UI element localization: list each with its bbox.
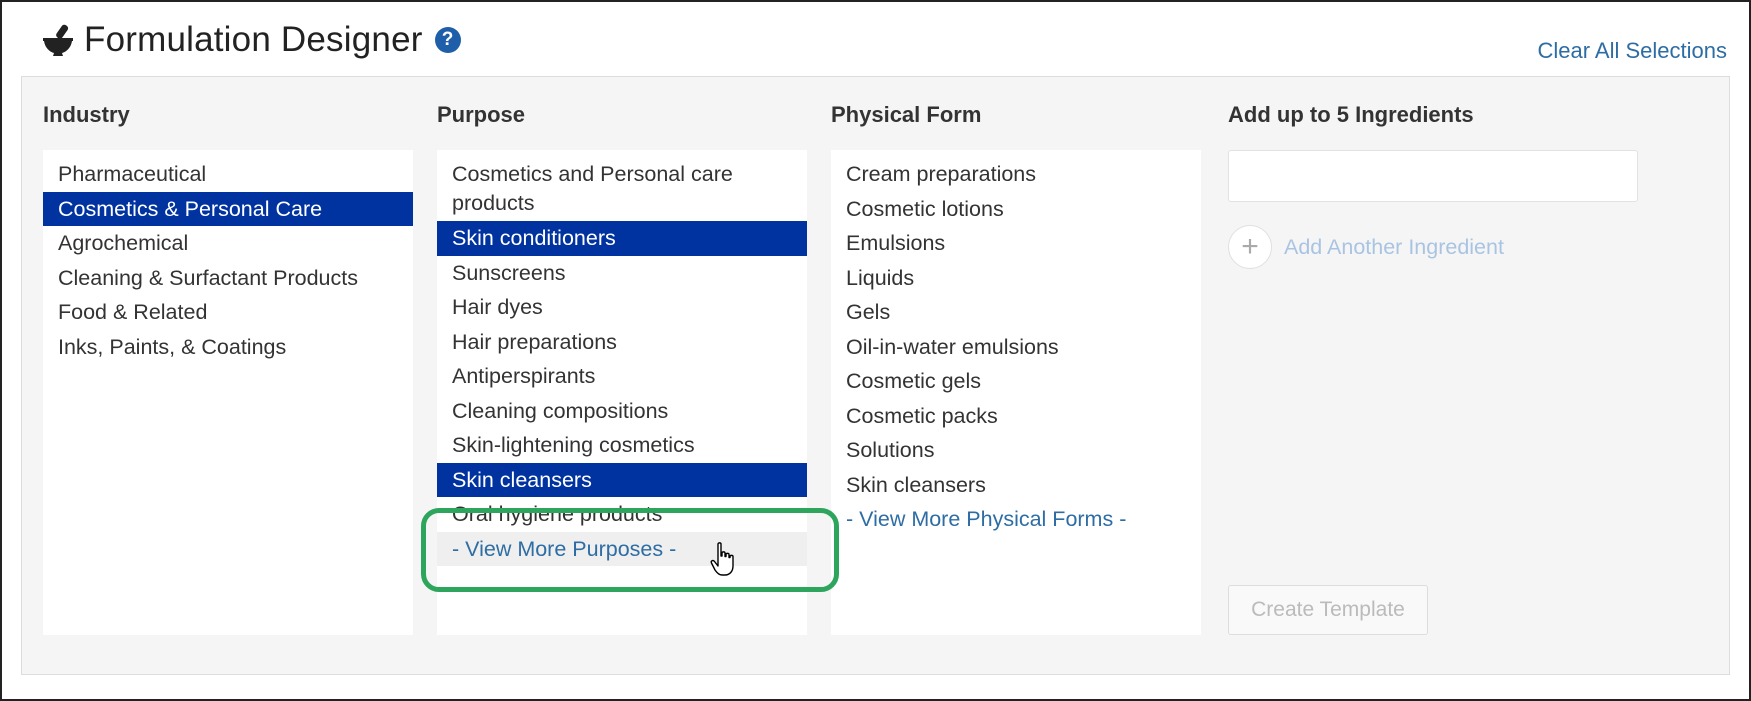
plus-icon[interactable]: + [1228,225,1272,269]
mortar-pestle-icon [43,24,73,56]
purpose-list: Cosmetics and Personal care products Ski… [437,150,807,635]
purpose-item[interactable]: Hair preparations [437,325,807,360]
physical-form-item[interactable]: Cosmetic lotions [831,192,1201,227]
physical-form-item[interactable]: Cream preparations [831,157,1201,192]
physical-form-item[interactable]: Emulsions [831,226,1201,261]
physical-form-item[interactable]: Solutions [831,433,1201,468]
create-template-button[interactable]: Create Template [1228,585,1428,635]
purpose-title: Purpose [437,102,526,127]
hand-cursor-icon [710,542,734,576]
clear-all-selections-link[interactable]: Clear All Selections [1537,38,1727,64]
industry-title: Industry [43,102,130,127]
physical-form-item[interactable]: Cosmetic gels [831,364,1201,399]
physical-form-item[interactable]: Skin cleansers [831,468,1201,503]
physical-form-item[interactable]: Gels [831,295,1201,330]
page-title: Formulation Designer [84,20,423,59]
purpose-item[interactable]: Cleaning compositions [437,394,807,429]
ingredient-input[interactable] [1228,150,1638,202]
page-header: Formulation Designer ? [42,20,461,60]
purpose-item[interactable]: Sunscreens [437,256,807,291]
industry-item[interactable]: Agrochemical [43,226,413,261]
purpose-item[interactable]: Cosmetics and Personal care products [437,157,807,221]
purpose-item[interactable]: Skin conditioners [437,221,807,256]
purpose-item[interactable]: Oral hygiene products [437,497,807,532]
add-another-ingredient[interactable]: + Add Another Ingredient [1228,225,1504,269]
physical-form-list: Cream preparations Cosmetic lotions Emul… [831,150,1201,635]
industry-list: Pharmaceutical Cosmetics & Personal Care… [43,150,413,635]
purpose-item[interactable]: Skin cleansers [437,462,807,497]
physical-form-title: Physical Form [831,102,982,127]
view-more-purposes-link[interactable]: - View More Purposes - [437,531,807,566]
help-icon[interactable]: ? [434,27,461,53]
physical-form-item[interactable]: Liquids [831,261,1201,296]
physical-form-item[interactable]: Cosmetic packs [831,399,1201,434]
add-another-ingredient-label[interactable]: Add Another Ingredient [1284,235,1504,260]
purpose-item[interactable]: Antiperspirants [437,359,807,394]
view-more-physical-forms-link[interactable]: - View More Physical Forms - [831,502,1201,537]
industry-item[interactable]: Food & Related [43,295,413,330]
selection-panel: Industry Pharmaceutical Cosmetics & Pers… [21,76,1730,675]
purpose-item[interactable]: Skin-lightening cosmetics [437,428,807,463]
physical-form-item[interactable]: Oil-in-water emulsions [831,330,1201,365]
industry-item[interactable]: Inks, Paints, & Coatings [43,330,413,365]
purpose-item[interactable]: Hair dyes [437,290,807,325]
ingredients-title: Add up to 5 Ingredients [1228,102,1474,127]
app-frame: Formulation Designer ? Clear All Selecti… [0,0,1751,701]
industry-item[interactable]: Pharmaceutical [43,157,413,192]
industry-item[interactable]: Cosmetics & Personal Care [43,191,413,226]
industry-item[interactable]: Cleaning & Surfactant Products [43,261,413,296]
